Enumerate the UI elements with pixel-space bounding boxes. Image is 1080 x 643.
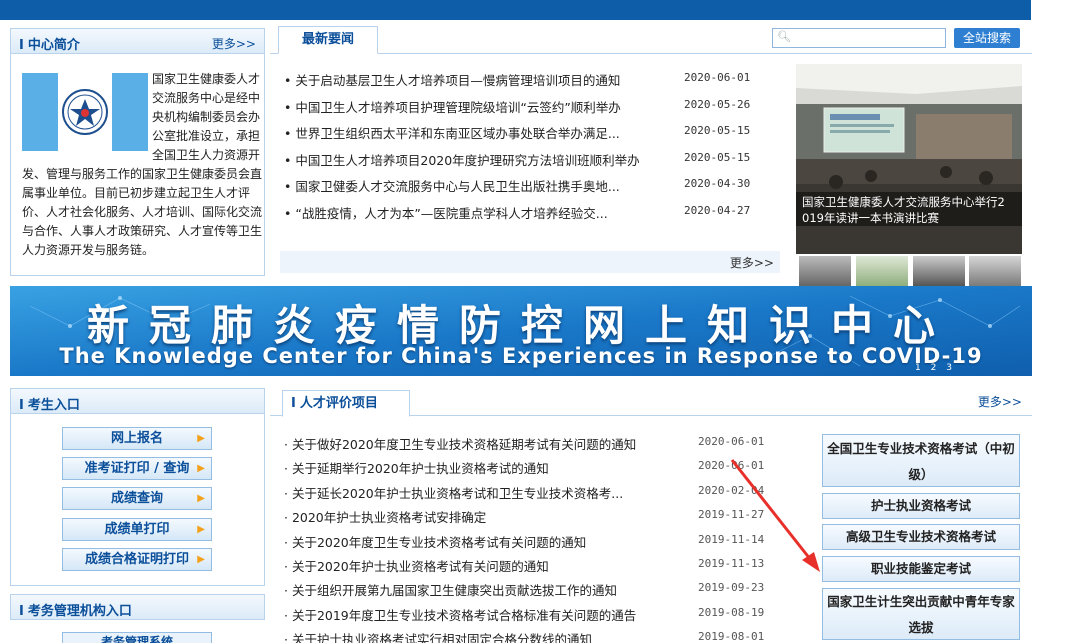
news-tabbar: 最新要闻 🔍︎ 全站搜索 [270,24,1032,54]
list-item[interactable]: · 关于做好2020年度卫生专业技术资格延期考试有关问题的通知 2020-06-0… [284,434,774,458]
score-query-button[interactable]: 成绩查询 ▶ [62,487,212,510]
news-item[interactable]: • 中国卫生人才培养项目2020年度护理研究方法培训班顺利举办 2020-05-1… [284,150,754,177]
banner-page-2[interactable]: 2 [931,363,937,373]
exam-org-header: I 考务管理机构入口 [10,594,265,620]
thumbnail[interactable] [799,256,851,286]
news-panel: 最新要闻 🔍︎ 全站搜索 • 关于启动基层卫生人才培养项目—慢病管理培训项目的通… [270,24,1032,286]
banner-page-3[interactable]: 3 [946,363,952,373]
red-annotation-arrow [730,459,820,572]
covid-banner[interactable]: 新冠肺炎疫情防控网上知识中心 The Knowledge Center for … [10,286,1032,376]
tab-latest-news[interactable]: 最新要闻 [278,26,378,54]
talent-evaluation-panel: I 人才评价项目 更多>> · 关于做好2020年度卫生专业技术资格延期考试有关问… [270,386,1032,643]
intro-header: I 中心简介 更多>> [10,28,265,54]
news-item[interactable]: • 世界卫生组织西太平洋和东南亚区域办事处联合举办满足... 2020-05-15 [284,123,754,150]
score-print-button[interactable]: 成绩单打印 ▶ [62,518,212,541]
intro-more-link[interactable]: 更多>> [212,35,256,52]
intro-text: 国家卫生健康委人才交流服务中心是经中央机构编制委员会办公室批准设立，承担全国卫生… [22,72,263,257]
list-item[interactable]: · 关于延长2020年护士执业资格考试和卫生专业技术资格考... 2020-02-… [284,483,774,507]
outstanding-contribution-button[interactable]: 国家卫生计生突出贡献中青年专家选拔 [822,588,1020,640]
svg-text:019年读讲一本书演讲比赛: 019年读讲一本书演讲比赛 [802,211,939,225]
list-item[interactable]: · 关于2020年度卫生专业技术资格考试有关问题的通知 2019-11-14 [284,532,774,556]
senior-health-tech-exam-button[interactable]: 高级卫生专业技术资格考试 [822,524,1020,550]
talent-tabbar: I 人才评价项目 更多>> [270,386,1032,417]
nurse-license-exam-button[interactable]: 护士执业资格考试 [822,493,1020,519]
list-item[interactable]: · 关于2019年度卫生专业技术资格考试合格标准有关问题的通告 2019-08-1… [284,605,774,629]
news-more-link[interactable]: 更多>> [730,254,774,271]
top-nav-bar [0,0,1031,20]
meeting-photo-image: 国家卫生健康委人才交流服务中心举行2 019年读讲一本书演讲比赛 [796,64,1022,254]
banner-page-1[interactable]: 1 [915,363,921,373]
news-item[interactable]: • “战胜疫情，人才为本”—医院重点学科人才培养经验交... 2020-04-27 [284,203,754,230]
news-thumbnails [799,256,1021,286]
thumbnail[interactable] [856,256,908,286]
list-item[interactable]: · 关于组织开展第九届国家卫生健康突出贡献选拔工作的通知 2019-09-23 [284,580,774,604]
news-list: • 关于启动基层卫生人才培养项目—慢病管理培训项目的通知 2020-06-01 •… [284,70,754,230]
news-item[interactable]: • 关于启动基层卫生人才培养项目—慢病管理培训项目的通知 2020-06-01 [284,70,754,97]
site-search-button[interactable]: 全站搜索 [954,28,1020,48]
search-input[interactable]: 🔍︎ [772,28,946,48]
news-item[interactable]: • 中国卫生人才培养项目护理管理院级培训“云签约”顺利举办 2020-05-26 [284,97,754,124]
thumbnail[interactable] [969,256,1021,286]
intro-panel: I 中心简介 更多>> 国家卫生健康委人才交流服务中心是经中央机构编制委员会办公室… [10,28,265,276]
news-more-bar: 更多>> [280,251,780,273]
banner-title-en: The Knowledge Center for China's Experie… [59,344,983,368]
list-item[interactable]: · 关于2020年护士执业资格考试有关问题的通知 2019-11-13 [284,556,774,580]
list-item[interactable]: · 2020年护士执业资格考试安排确定 2019-11-27 [284,507,774,531]
talent-more-link[interactable]: 更多>> [978,393,1022,410]
list-item[interactable]: · 关于护士执业资格考试实行相对固定合格分数线的通知 2019-08-01 [284,629,774,643]
exam-entry-title: I 考生入口 [19,398,80,413]
vocational-skill-exam-button[interactable]: 职业技能鉴定考试 [822,556,1020,582]
qualification-certificate-button[interactable]: 成绩合格证明打印 ▶ [62,548,212,571]
thumbnail[interactable] [913,256,965,286]
exam-org-title: I 考务管理机构入口 [19,604,132,619]
banner-pager: 1 2 3 [915,363,959,373]
national-health-tech-exam-button[interactable]: 全国卫生专业技术资格考试（中初级） [822,434,1020,487]
admission-ticket-button[interactable]: 准考证打印 / 查询 ▶ [62,457,212,480]
list-item[interactable]: · 关于延期举行2020年护士执业资格考试的通知 2020-06-01 [284,458,774,482]
news-item[interactable]: • 国家卫健委人才交流服务中心与人民卫生出版社携手奥地... 2020-04-30 [284,176,754,203]
talent-list: · 关于做好2020年度卫生专业技术资格延期考试有关问题的通知 2020-06-0… [284,434,774,643]
svg-text:国家卫生健康委人才交流服务中心举行2: 国家卫生健康委人才交流服务中心举行2 [802,195,1005,209]
online-registration-button[interactable]: 网上报名 ▶ [62,427,212,450]
search-icon: 🔍︎ [777,30,791,43]
news-photo[interactable]: 国家卫生健康委人才交流服务中心举行2 019年读讲一本书演讲比赛 [796,64,1022,254]
exam-entry-panel: I 考生入口 网上报名 ▶ 准考证打印 / 查询 ▶ 成绩查询 ▶ 成绩单打印 ▶ 成绩合… [10,388,265,588]
exam-admin-system-button[interactable]: 考务管理系统 [62,632,212,643]
tab-talent-evaluation[interactable]: I 人才评价项目 [282,390,410,417]
intro-title: I 中心简介 [19,38,80,53]
exam-entry-header: I 考生入口 [10,388,265,414]
